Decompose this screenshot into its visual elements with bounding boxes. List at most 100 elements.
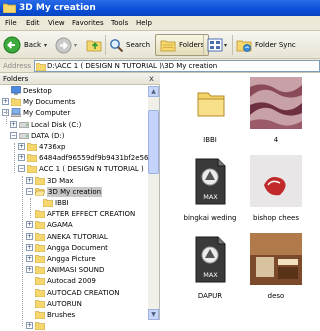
forward-button[interactable]: ▾ [55, 34, 77, 56]
folder-sync-button[interactable]: Folder Sync [236, 34, 296, 56]
file-name-label[interactable]: bingkai weding [175, 214, 245, 223]
tree-connector-line [22, 176, 23, 326]
tree-item-label: 3D Max [47, 176, 74, 185]
folder-icon [35, 288, 45, 297]
file-name-label[interactable]: IBBI [175, 136, 245, 145]
tree-connector-line [30, 198, 31, 218]
folder-open-icon [35, 187, 45, 196]
computer-icon [11, 108, 21, 118]
file-thumbnail-deso[interactable] [250, 233, 302, 285]
menu-favorites[interactable]: Favorites [72, 18, 104, 28]
tree-item-label: 3D My creation [47, 186, 103, 197]
up-folder-button[interactable] [86, 34, 102, 56]
file-thumbnail-bishop-chees[interactable] [250, 155, 302, 207]
svg-text:MAX: MAX [203, 193, 218, 201]
folder-sync-label: Folder Sync [255, 41, 296, 49]
expand-icon[interactable]: + [26, 221, 33, 229]
back-arrow-icon [3, 36, 21, 54]
tree-item-label: My Computer [23, 109, 71, 118]
tree-item-label: Local Disk (C:) [31, 120, 82, 129]
menu-edit[interactable]: Edit [26, 18, 40, 28]
expand-icon[interactable]: + [26, 322, 33, 330]
tree-item-label: Brushes [47, 311, 76, 319]
tree-item-label: Autocad 2009 [47, 277, 96, 286]
views-button[interactable]: ▾ [207, 34, 227, 56]
expand-icon[interactable]: + [26, 232, 33, 240]
vertical-scrollbar[interactable]: ▲ ▼ [148, 86, 159, 320]
drive-icon [19, 132, 29, 139]
tree-item-label: DATA (D:) [31, 131, 65, 140]
views-grid-icon [207, 38, 223, 52]
expand-icon[interactable]: + [18, 154, 25, 162]
svg-text:MAX: MAX [203, 271, 218, 279]
close-icon[interactable]: x [146, 74, 157, 84]
menu-help[interactable]: Help [136, 18, 152, 28]
folder-icon [35, 299, 45, 308]
folder-icon [36, 63, 46, 71]
address-input[interactable]: D:\ACC 1 ( DESIGN N TUTORIAL )\3D My cre… [34, 60, 320, 72]
scroll-down-icon[interactable]: ▼ [148, 309, 159, 320]
file-name-label[interactable]: deso [241, 292, 311, 301]
expand-icon[interactable]: + [26, 243, 33, 251]
folder-icon [27, 154, 37, 163]
file-name-label[interactable]: 4 [241, 136, 311, 145]
file-name-label[interactable]: bishop chees [241, 214, 311, 223]
address-value: D:\ACC 1 ( DESIGN N TUTORIAL )\3D My cre… [47, 62, 218, 70]
menu-file[interactable]: File [5, 18, 17, 28]
forward-dropdown-icon[interactable]: ▾ [74, 42, 77, 49]
menu-tools[interactable]: Tools [111, 18, 128, 28]
tree-connector-line [14, 143, 15, 173]
folders-pane: Folders x Desktop + My Documents − My Comput… [0, 73, 160, 331]
folder-icon [27, 165, 37, 174]
title-bar[interactable]: 3D My creation [0, 0, 320, 16]
collapse-icon[interactable]: − [18, 165, 25, 173]
folder-icon [35, 311, 45, 319]
toolbar-separator [232, 35, 233, 55]
scroll-up-icon[interactable]: ▲ [148, 86, 159, 97]
expand-icon[interactable]: + [10, 120, 17, 128]
folder-icon [35, 176, 45, 185]
image-preview [250, 233, 302, 285]
menu-bar: File Edit View Favorites Tools Help [0, 16, 320, 31]
folder-icon [35, 221, 45, 230]
toolbar-separator [203, 35, 204, 55]
expand-icon[interactable]: + [2, 98, 9, 106]
file-thumbnail-dapur[interactable]: MAX [184, 233, 236, 285]
search-label: Search [126, 41, 151, 49]
back-dropdown-icon[interactable]: ▾ [44, 42, 47, 49]
expand-icon[interactable]: + [26, 255, 33, 262]
address-bar: Address D:\ACC 1 ( DESIGN N TUTORIAL )\3… [0, 59, 320, 73]
folder-icon [43, 199, 53, 207]
scrollbar-thumb[interactable] [148, 110, 159, 174]
tree-connector-line [6, 110, 7, 124]
tree-item-label: IBBI [55, 199, 69, 207]
search-button[interactable]: Search [109, 34, 150, 56]
tree-item-label: Angga Document [47, 243, 108, 252]
back-button[interactable]: Back ▾ [3, 34, 47, 56]
tree-item-label: ACC 1 ( DESIGN N TUTORIAL ) [39, 165, 144, 174]
tree-item-label: AUTOCAD CREATION [47, 288, 120, 297]
expand-icon[interactable]: + [18, 143, 25, 150]
collapse-icon[interactable]: − [10, 131, 17, 139]
tree-item-label: 4736xp [39, 143, 66, 151]
drive-icon [19, 121, 29, 128]
folder-icon [35, 266, 45, 275]
folder-icon [35, 322, 45, 331]
menu-view[interactable]: View [48, 18, 65, 28]
file-thumbnail-ibbi[interactable] [184, 77, 236, 129]
search-icon [110, 38, 124, 52]
expand-icon[interactable]: + [26, 266, 33, 274]
views-dropdown-icon[interactable]: ▾ [224, 42, 227, 49]
collapse-icon[interactable]: − [26, 187, 33, 195]
back-label: Back [24, 41, 41, 49]
folder-icon [27, 143, 37, 151]
folders-button[interactable]: Folders [155, 34, 210, 56]
up-folder-icon [86, 40, 102, 52]
tree-item-label: AFTER EFFECT CREATION [47, 210, 136, 219]
tree-item-label: ANIMASI SOUND [47, 266, 105, 275]
folders-icon [160, 40, 176, 52]
file-thumbnail-bingkai-weding[interactable]: MAX [184, 155, 236, 207]
file-thumbnail-4[interactable] [250, 77, 302, 129]
expand-icon[interactable]: + [26, 176, 33, 184]
file-name-label[interactable]: DAPUR [175, 292, 245, 301]
